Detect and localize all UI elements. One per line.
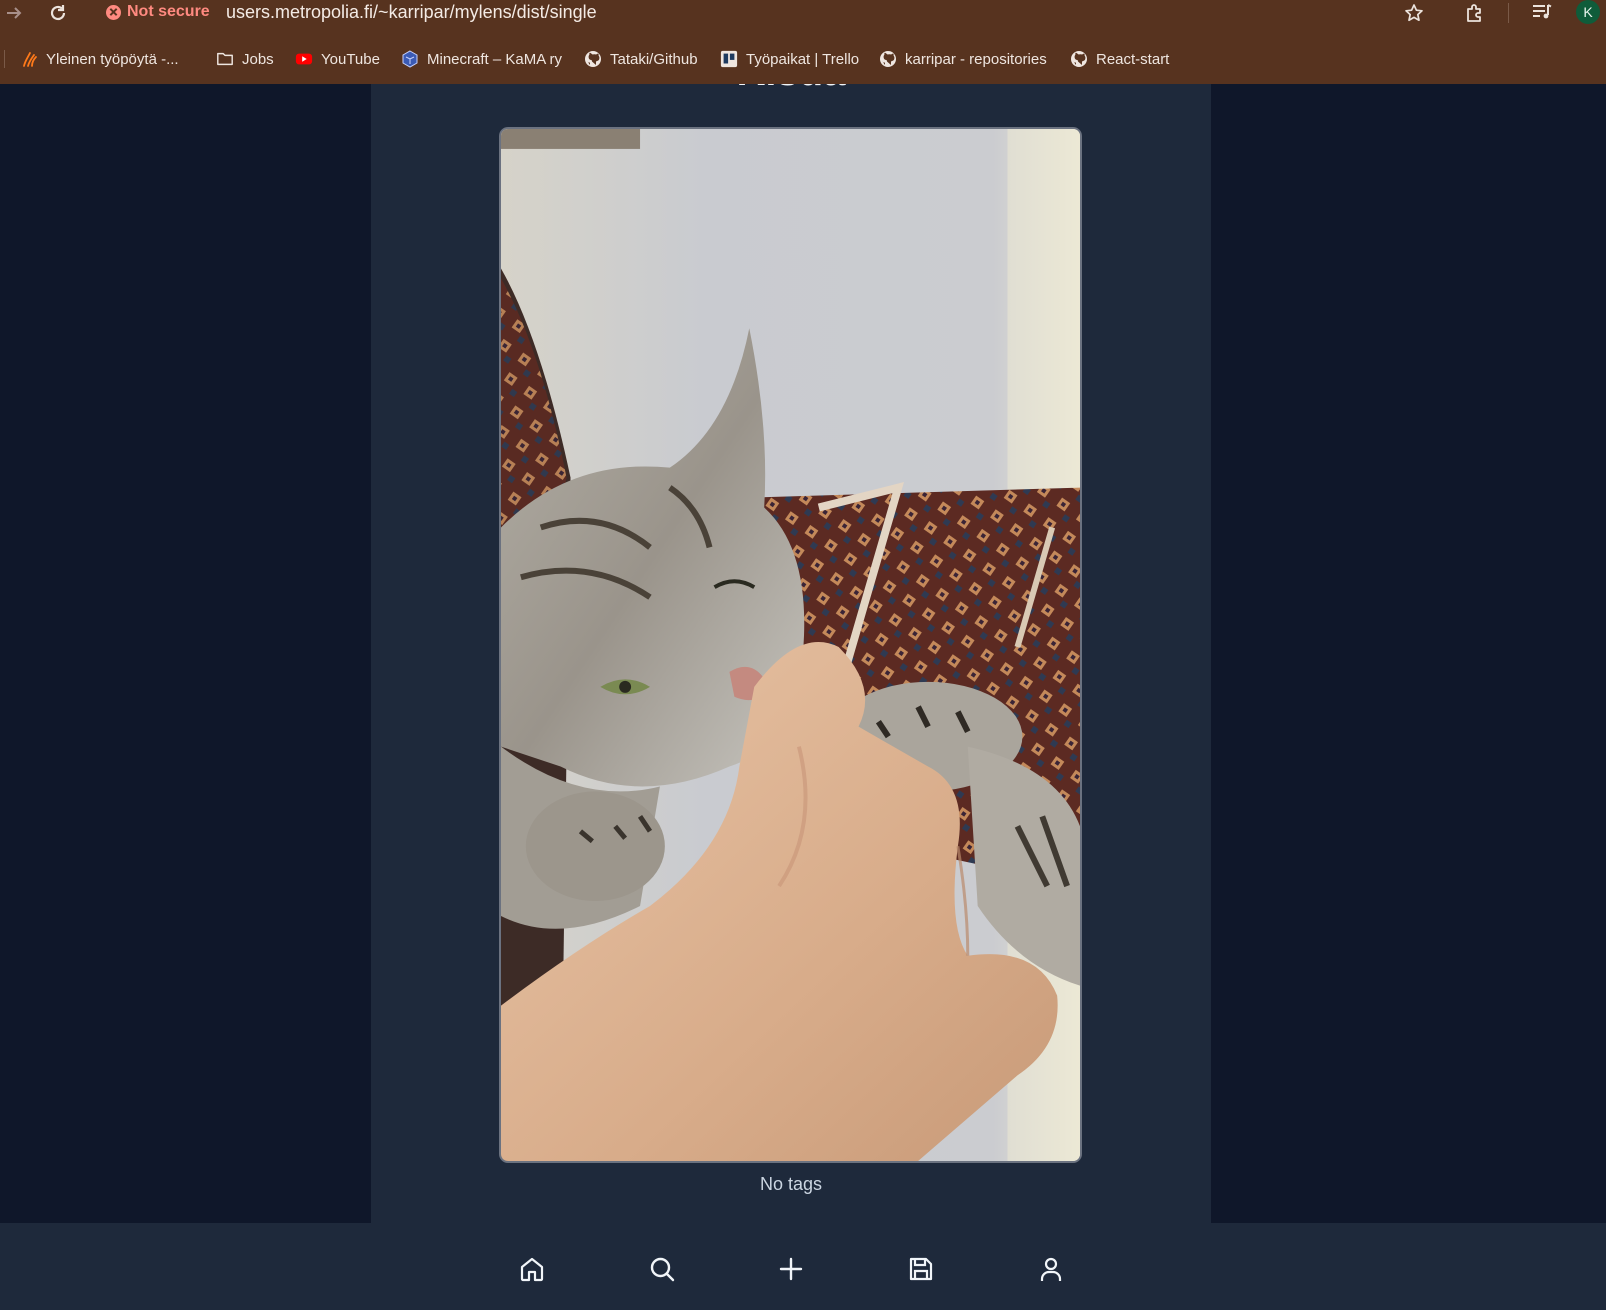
nav-add-button[interactable]	[775, 1253, 807, 1285]
browser-chrome: Not secure users.metropolia.fi/~karripar…	[0, 0, 1606, 84]
nav-saved-button[interactable]	[905, 1253, 937, 1285]
bookmark-label: Minecraft – KaMA ry	[427, 50, 563, 68]
bookmark-youtube[interactable]: YouTube	[295, 48, 380, 70]
github-icon	[584, 50, 602, 68]
bookmark-star-icon[interactable]	[1401, 0, 1427, 26]
media-detail-panel: Kisua	[371, 84, 1211, 1223]
media-image	[499, 127, 1082, 1163]
github-icon	[879, 50, 897, 68]
bookmarks-bar: Yleinen työpöytä -... Jobs YouTube Minec…	[0, 44, 1606, 74]
bookmark-tataki-github[interactable]: Tataki/Github	[584, 48, 698, 70]
bottom-navigation	[0, 1223, 1606, 1310]
tags-text: No tags	[759, 1174, 823, 1194]
profile-avatar[interactable]: K	[1576, 0, 1600, 24]
media-control-icon[interactable]	[1528, 0, 1556, 24]
bookmark-karripar-repositories[interactable]: karripar - repositories	[879, 48, 1047, 70]
page-title: Kisua	[371, 84, 1211, 95]
bookmark-label: Jobs	[242, 50, 274, 68]
not-secure-icon	[106, 4, 121, 20]
nav-search-button[interactable]	[646, 1253, 678, 1285]
bookmark-label: YouTube	[321, 50, 380, 68]
bookmark-react-start[interactable]: React-start	[1070, 48, 1169, 70]
nav-profile-button[interactable]	[1035, 1253, 1067, 1285]
save-icon	[909, 1257, 933, 1281]
security-label: Not secure	[127, 3, 210, 20]
reload-icon[interactable]	[46, 0, 70, 26]
bookmark-label: Työpaikat | Trello	[746, 50, 860, 68]
user-icon	[1040, 1257, 1062, 1281]
plus-icon	[779, 1257, 803, 1281]
bookmark-label: Tataki/Github	[610, 50, 698, 68]
home-icon	[520, 1257, 544, 1282]
youtube-icon	[295, 50, 313, 68]
url-field[interactable]: users.metropolia.fi/~karripar/mylens/dis…	[226, 2, 597, 23]
flame-icon	[20, 50, 38, 68]
cat-photo-illustration	[501, 129, 1080, 1161]
bookmarks-divider	[4, 50, 5, 68]
toolbar-separator	[1508, 3, 1509, 23]
bookmark-jobs[interactable]: Jobs	[216, 48, 274, 70]
address-bar-row: Not secure users.metropolia.fi/~karripar…	[0, 0, 1606, 30]
bookmark-trello[interactable]: Työpaikat | Trello	[720, 48, 859, 70]
search-icon	[650, 1257, 675, 1282]
forward-arrow-icon[interactable]	[2, 0, 26, 26]
bookmark-yleinen[interactable]: Yleinen työpöytä -...	[20, 48, 179, 70]
bookmark-label: Yleinen työpöytä -...	[46, 50, 179, 68]
bookmark-label: React-start	[1096, 50, 1170, 68]
nav-home-button[interactable]	[516, 1253, 548, 1285]
folder-icon	[216, 50, 234, 68]
extensions-puzzle-icon[interactable]	[1462, 0, 1488, 26]
bookmark-minecraft[interactable]: Minecraft – KaMA ry	[401, 48, 562, 70]
bookmark-label: karripar - repositories	[905, 50, 1047, 68]
trello-icon	[720, 50, 738, 68]
security-indicator[interactable]: Not secure	[106, 2, 210, 22]
shield-icon	[401, 50, 419, 68]
github-icon	[1070, 50, 1088, 68]
